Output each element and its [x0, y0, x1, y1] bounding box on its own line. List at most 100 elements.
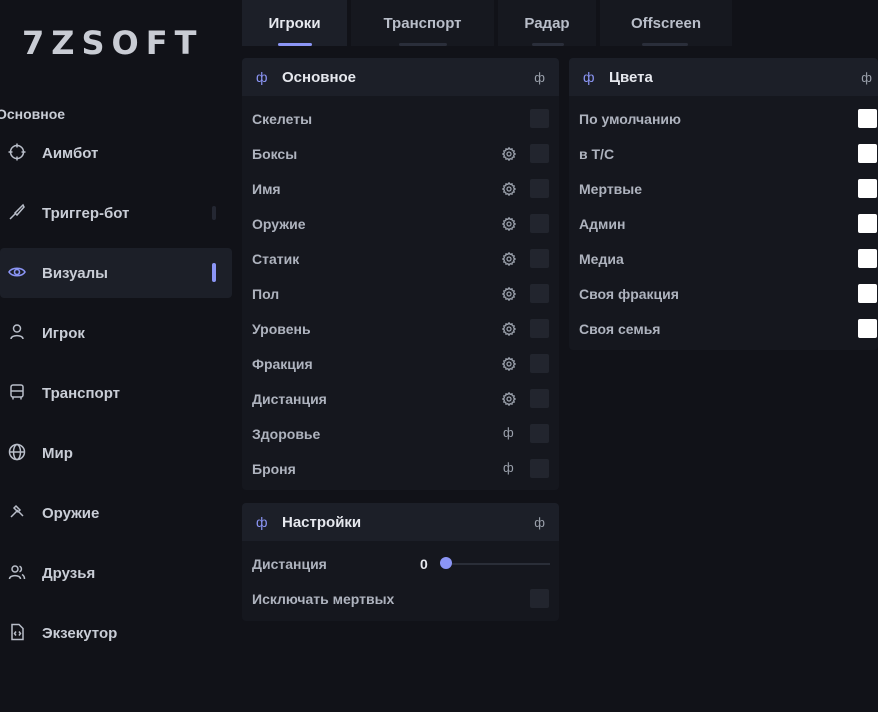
sidebar-item-friends[interactable]: Друзья: [0, 548, 232, 598]
option-row: Скелеты: [252, 109, 550, 129]
color-swatch[interactable]: [858, 109, 877, 128]
tab-label: Игроки: [268, 14, 321, 32]
gear-icon[interactable]: [501, 391, 517, 407]
color-label: Медиа: [579, 251, 624, 267]
gear-icon[interactable]: [501, 321, 517, 337]
gear-icon[interactable]: [501, 181, 517, 197]
option-row: Боксы: [252, 144, 550, 164]
sidebar-item-label: Визуалы: [42, 264, 108, 282]
setting-label: Исключать мертвых: [252, 591, 395, 607]
color-swatch[interactable]: [858, 214, 877, 233]
distance-slider-track[interactable]: [442, 563, 550, 565]
setting-row-exclude-dead: Исключать мертвых: [252, 589, 550, 609]
distance-slider-handle[interactable]: [440, 557, 452, 569]
tab-transport[interactable]: Транспорт: [351, 0, 494, 46]
sidebar-item-transport[interactable]: Транспорт: [0, 368, 232, 418]
gear-icon[interactable]: [501, 146, 517, 162]
sidebar-item-label: Транспорт: [42, 384, 121, 402]
option-checkbox[interactable]: [530, 459, 549, 478]
option-checkbox[interactable]: [530, 144, 549, 163]
color-row: Админ: [579, 214, 878, 234]
option-row: Броня ф: [252, 459, 550, 479]
user-icon: [8, 323, 26, 341]
sidebar-item-label: Экзекутор: [42, 624, 118, 642]
sidebar-item-executor[interactable]: Экзекутор: [0, 608, 232, 658]
tab-label: Радар: [524, 14, 570, 32]
panel-colors: ф Цвета ф По умолчанию в Т/С Мертвые Админ М…: [569, 58, 878, 350]
collapse-toggle[interactable]: ф: [861, 70, 872, 85]
panel-header: ф Цвета ф: [569, 58, 878, 96]
option-label: Здоровье: [252, 426, 321, 442]
sidebar-item-player[interactable]: Игрок: [0, 308, 232, 358]
crosshair-icon: [8, 143, 26, 161]
collapse-toggle[interactable]: ф: [534, 70, 545, 85]
option-row: Дистанция: [252, 389, 550, 409]
panel-main: ф Основное ф Скелеты Боксы Имя Оружие Статик…: [242, 58, 559, 490]
option-checkbox[interactable]: [530, 319, 549, 338]
panel-title: Настройки: [282, 513, 362, 531]
color-swatch[interactable]: [858, 284, 877, 303]
sidebar-section-label: Основное: [0, 106, 66, 122]
eye-icon: [8, 263, 26, 281]
color-row: По умолчанию: [579, 109, 878, 129]
collapse-toggle[interactable]: ф: [534, 515, 545, 530]
phi-icon: ф: [256, 69, 268, 85]
tab-underline: [278, 43, 312, 46]
tab-label: Транспорт: [383, 14, 462, 32]
option-row: Пол: [252, 284, 550, 304]
color-label: По умолчанию: [579, 111, 681, 127]
panel-header: ф Основное ф: [242, 58, 559, 96]
gear-icon[interactable]: [501, 356, 517, 372]
hammer-icon: [8, 503, 26, 521]
option-row: Фракция: [252, 354, 550, 374]
sidebar-item-world[interactable]: Мир: [0, 428, 232, 478]
gear-icon[interactable]: [501, 216, 517, 232]
phi-icon[interactable]: ф: [503, 460, 514, 475]
panel-settings: ф Настройки ф Дистанция 0 Исключать мерт…: [242, 503, 559, 621]
option-checkbox[interactable]: [530, 214, 549, 233]
gear-icon[interactable]: [501, 286, 517, 302]
sidebar-item-weapons[interactable]: Оружие: [0, 488, 232, 538]
sidebar-item-label: Игрок: [42, 324, 85, 342]
gear-icon[interactable]: [501, 251, 517, 267]
tab-radar[interactable]: Радар: [498, 0, 596, 46]
option-label: Оружие: [252, 216, 306, 232]
option-checkbox[interactable]: [530, 389, 549, 408]
color-label: Своя семья: [579, 321, 661, 337]
color-row: в Т/С: [579, 144, 878, 164]
sidebar-item-label: Триггер-бот: [42, 204, 130, 222]
option-checkbox[interactable]: [530, 109, 549, 128]
option-label: Статик: [252, 251, 300, 267]
option-row: Имя: [252, 179, 550, 199]
color-swatch[interactable]: [858, 144, 877, 163]
phi-icon[interactable]: ф: [503, 425, 514, 440]
sidebar-item-triggerbot[interactable]: Триггер-бот: [0, 188, 232, 238]
sidebar-item-aimbot[interactable]: Аимбот: [0, 128, 232, 178]
top-tabs: Игроки Транспорт Радар Offscreen: [242, 0, 736, 46]
tab-players[interactable]: Игроки: [242, 0, 347, 46]
color-swatch[interactable]: [858, 319, 877, 338]
option-checkbox[interactable]: [530, 249, 549, 268]
color-swatch[interactable]: [858, 179, 877, 198]
phi-icon: ф: [256, 514, 268, 530]
option-row: Оружие: [252, 214, 550, 234]
sidebar-nav: Аимбот Триггер-бот Визуалы Игрок Транспо…: [0, 128, 232, 668]
exclude-dead-checkbox[interactable]: [530, 589, 549, 608]
option-checkbox[interactable]: [530, 424, 549, 443]
color-label: Админ: [579, 216, 626, 232]
sidebar-item-label: Оружие: [42, 504, 100, 522]
tab-underline: [399, 43, 447, 46]
option-checkbox[interactable]: [530, 354, 549, 373]
option-label: Фракция: [252, 356, 313, 372]
tab-offscreen[interactable]: Offscreen: [600, 0, 732, 46]
color-row: Своя семья: [579, 319, 878, 339]
knife-icon: [8, 203, 26, 221]
color-swatch[interactable]: [858, 249, 877, 268]
option-checkbox[interactable]: [530, 179, 549, 198]
option-label: Имя: [252, 181, 281, 197]
sidebar-item-visuals[interactable]: Визуалы: [0, 248, 232, 298]
globe-icon: [8, 443, 26, 461]
active-indicator: [212, 263, 216, 282]
option-checkbox[interactable]: [530, 284, 549, 303]
option-label: Дистанция: [252, 391, 327, 407]
